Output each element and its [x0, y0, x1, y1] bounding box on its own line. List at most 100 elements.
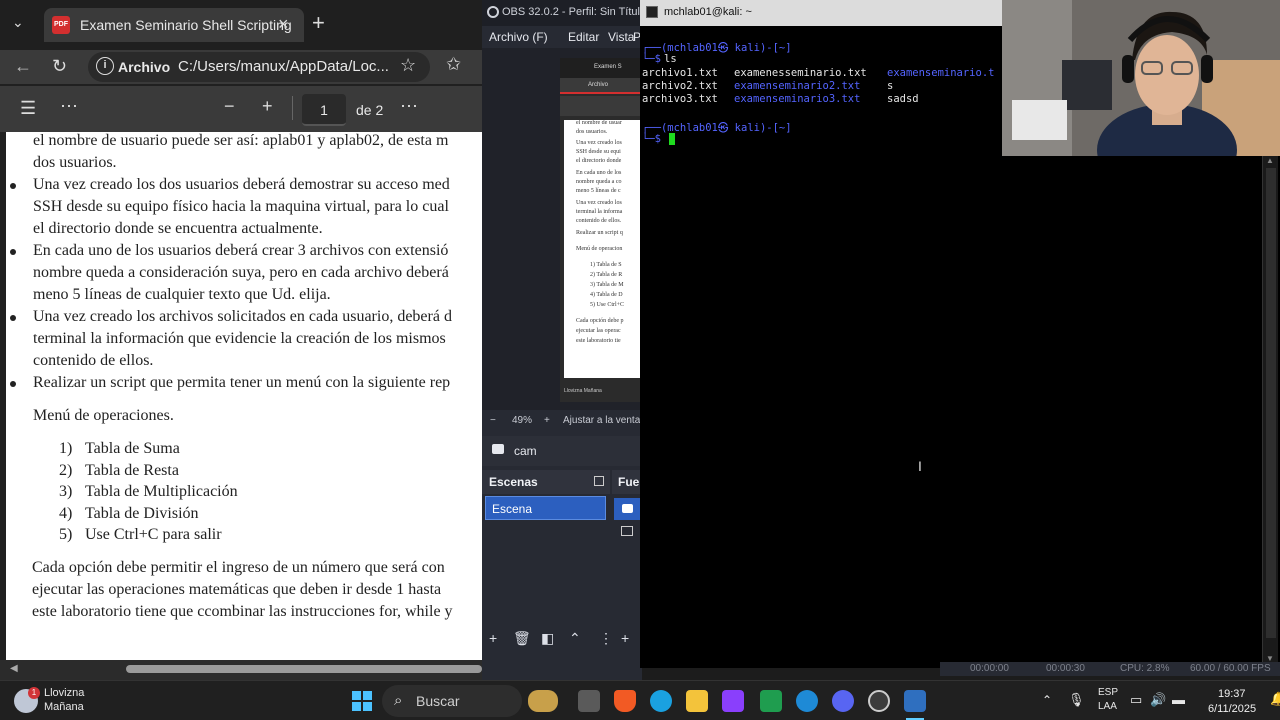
preview-capture: Examen S Archivo el nombre de usuar dos … — [560, 58, 642, 402]
ls-entry: examenseminario3.txt — [734, 93, 861, 105]
tray-overflow-icon[interactable]: ⌃ — [1042, 693, 1052, 707]
volume-icon[interactable]: 🔊 — [1150, 692, 1166, 708]
taskbar-search[interactable]: ⌕ Buscar — [382, 685, 522, 717]
prompt-line: ┌──(mchlab01㉿ kali)-[~] — [642, 122, 792, 134]
edge-dev-icon[interactable] — [796, 690, 818, 712]
terminal-scrollbar[interactable]: ▲ ▼ — [1262, 156, 1278, 666]
more-vert-icon[interactable]: ⋮ — [599, 630, 613, 647]
zoom-out-button[interactable]: − — [224, 96, 235, 117]
zoom-plus-button[interactable]: + — [544, 415, 550, 426]
scenes-tools: + 🗑 ◧ ⌃ ⋮ — [482, 630, 613, 650]
tab-list-chevron-icon[interactable]: ⌄ — [12, 14, 24, 31]
browser-window: ⌄ PDF Examen Seminario Shell Scripting ×… — [0, 0, 482, 680]
filter-icon[interactable]: ◧ — [541, 630, 554, 647]
menu-archivo[interactable]: Archivo (F) — [489, 30, 548, 44]
horizontal-scrollbar[interactable]: ◀ — [0, 660, 482, 680]
terminal-title: mchlab01@kali: ~ — [664, 6, 752, 18]
favorite-star-icon[interactable]: ☆ — [400, 55, 416, 76]
task-view-icon[interactable] — [578, 690, 600, 712]
remove-scene-icon[interactable]: 🗑 — [513, 630, 531, 647]
close-tab-icon[interactable]: × — [278, 14, 289, 35]
discord-icon[interactable] — [832, 690, 854, 712]
language-secondary[interactable]: LAA — [1098, 701, 1117, 712]
start-button[interactable] — [352, 691, 372, 711]
terminal-window[interactable]: mchlab01@kali: ~ ┌──(mchlab01㉿ kali)-[~]… — [640, 0, 1002, 668]
more-options-icon[interactable]: ⋯ — [400, 96, 418, 117]
menu-item-num: 5) — [59, 526, 73, 543]
menu-vista[interactable]: Vista — [608, 30, 634, 44]
clock-date: 6/11/2025 — [1208, 703, 1257, 715]
source-item-camera[interactable] — [614, 498, 640, 520]
add-scene-icon[interactable]: + — [489, 630, 497, 646]
microphone-icon[interactable]: 🎙 — [1068, 692, 1085, 708]
excel-icon[interactable] — [760, 690, 782, 712]
menu-item-text: Tabla de Suma — [85, 440, 180, 457]
address-bar[interactable]: i Archivo C:/Users/manux/AppData/Loc... … — [88, 52, 430, 82]
menu-editar[interactable]: Editar — [568, 30, 599, 44]
obs-window: OBS 32.0.2 - Perfil: Sin Título Archivo … — [482, 0, 642, 680]
preview-line: 4) Tabla de D — [590, 292, 623, 298]
ls-entry: examenseminario2.txt — [734, 80, 861, 92]
app-icon[interactable] — [722, 690, 744, 712]
zoom-in-button[interactable]: + — [262, 96, 273, 117]
file-explorer-icon[interactable] — [686, 690, 708, 712]
zoom-fit-button[interactable]: Ajustar a la ventan — [563, 415, 642, 426]
contents-icon[interactable]: ☰ — [20, 98, 36, 119]
bullet — [10, 183, 16, 189]
zoom-minus-button[interactable]: − — [490, 415, 496, 426]
page-number-input[interactable]: 1 — [302, 94, 346, 126]
terminal-app-icon[interactable] — [904, 690, 926, 712]
preview-line: Menú de operacion — [576, 246, 623, 252]
favorites-icon[interactable]: ✩ — [446, 54, 461, 75]
pdf-line: Una vez creado los dos usuarios deberá d… — [33, 176, 450, 193]
menu-item-text: Tabla de División — [85, 505, 199, 522]
scroll-thumb[interactable] — [1266, 168, 1276, 638]
status-record-time: 00:00:00 — [970, 663, 1009, 674]
tab-title: Examen Seminario Shell Scripting — [80, 17, 292, 33]
new-tab-button[interactable]: + — [312, 10, 325, 36]
preview-line: nombre queda a co — [576, 179, 622, 185]
network-icon[interactable]: ▭ — [1130, 692, 1142, 708]
preview-line: el directorio donde — [576, 158, 622, 164]
notifications-icon[interactable]: 🔔 — [1270, 691, 1280, 707]
terminal-title-bar: mchlab01@kali: ~ — [640, 0, 1002, 26]
add-source-icon[interactable]: + — [621, 630, 629, 646]
obs-preview[interactable]: Examen S Archivo el nombre de usuar dos … — [482, 48, 642, 410]
obs-icon[interactable] — [868, 690, 890, 712]
undock-icon[interactable] — [594, 476, 604, 486]
preview-line: dos usuarios. — [576, 129, 608, 135]
more-icon[interactable]: ⋯ — [60, 96, 78, 117]
obs-title-bar: OBS 32.0.2 - Perfil: Sin Título — [482, 0, 642, 26]
preview-line: Realizar un script q — [576, 230, 623, 236]
obs-zoom-bar: − 49% + Ajustar a la ventan — [482, 410, 642, 432]
reload-icon[interactable]: ↻ — [52, 56, 67, 77]
pdf-line: ejecutar las operaciones matemáticas que… — [32, 581, 442, 598]
pdf-line: En cada uno de los usuarios deberá crear… — [33, 242, 449, 259]
display-capture-icon[interactable] — [621, 526, 633, 536]
address-url[interactable]: C:/Users/manux/AppData/Loc... — [178, 58, 389, 75]
source-name: cam — [514, 444, 537, 458]
scene-item[interactable]: Escena — [485, 496, 606, 520]
info-icon[interactable]: i — [96, 57, 114, 75]
edge-icon[interactable] — [650, 690, 672, 712]
scroll-up-icon[interactable]: ▲ — [1266, 156, 1274, 165]
ls-entry: archivo3.txt — [642, 93, 718, 105]
clock-time: 19:37 — [1218, 688, 1246, 700]
back-icon[interactable]: ← — [14, 56, 32, 77]
scroll-left-icon[interactable]: ◀ — [10, 663, 18, 674]
widgets-icon[interactable] — [528, 690, 558, 712]
pdf-line: SSH desde su equipo físico hacia la maqu… — [33, 198, 449, 215]
brave-icon[interactable] — [614, 690, 636, 712]
scroll-thumb[interactable] — [126, 665, 482, 673]
ls-entry: archivo1.txt — [642, 67, 718, 79]
pdf-line: Cada opción debe permitir el ingreso de … — [32, 559, 445, 576]
ls-entry: examenesseminario.txt — [734, 67, 867, 79]
battery-icon[interactable]: ▬ — [1172, 692, 1185, 707]
move-up-icon[interactable]: ⌃ — [569, 630, 581, 647]
language-primary[interactable]: ESP — [1098, 687, 1118, 698]
tab-pdf[interactable]: PDF Examen Seminario Shell Scripting × — [44, 8, 304, 42]
preview-line: contenido de ellos. — [576, 218, 622, 224]
preview-line: Una vez creado los — [576, 140, 622, 146]
pdf-line: terminal la información que evidencie la… — [33, 330, 446, 347]
obs-menubar: Archivo (F) Editar Vista P — [482, 26, 642, 48]
